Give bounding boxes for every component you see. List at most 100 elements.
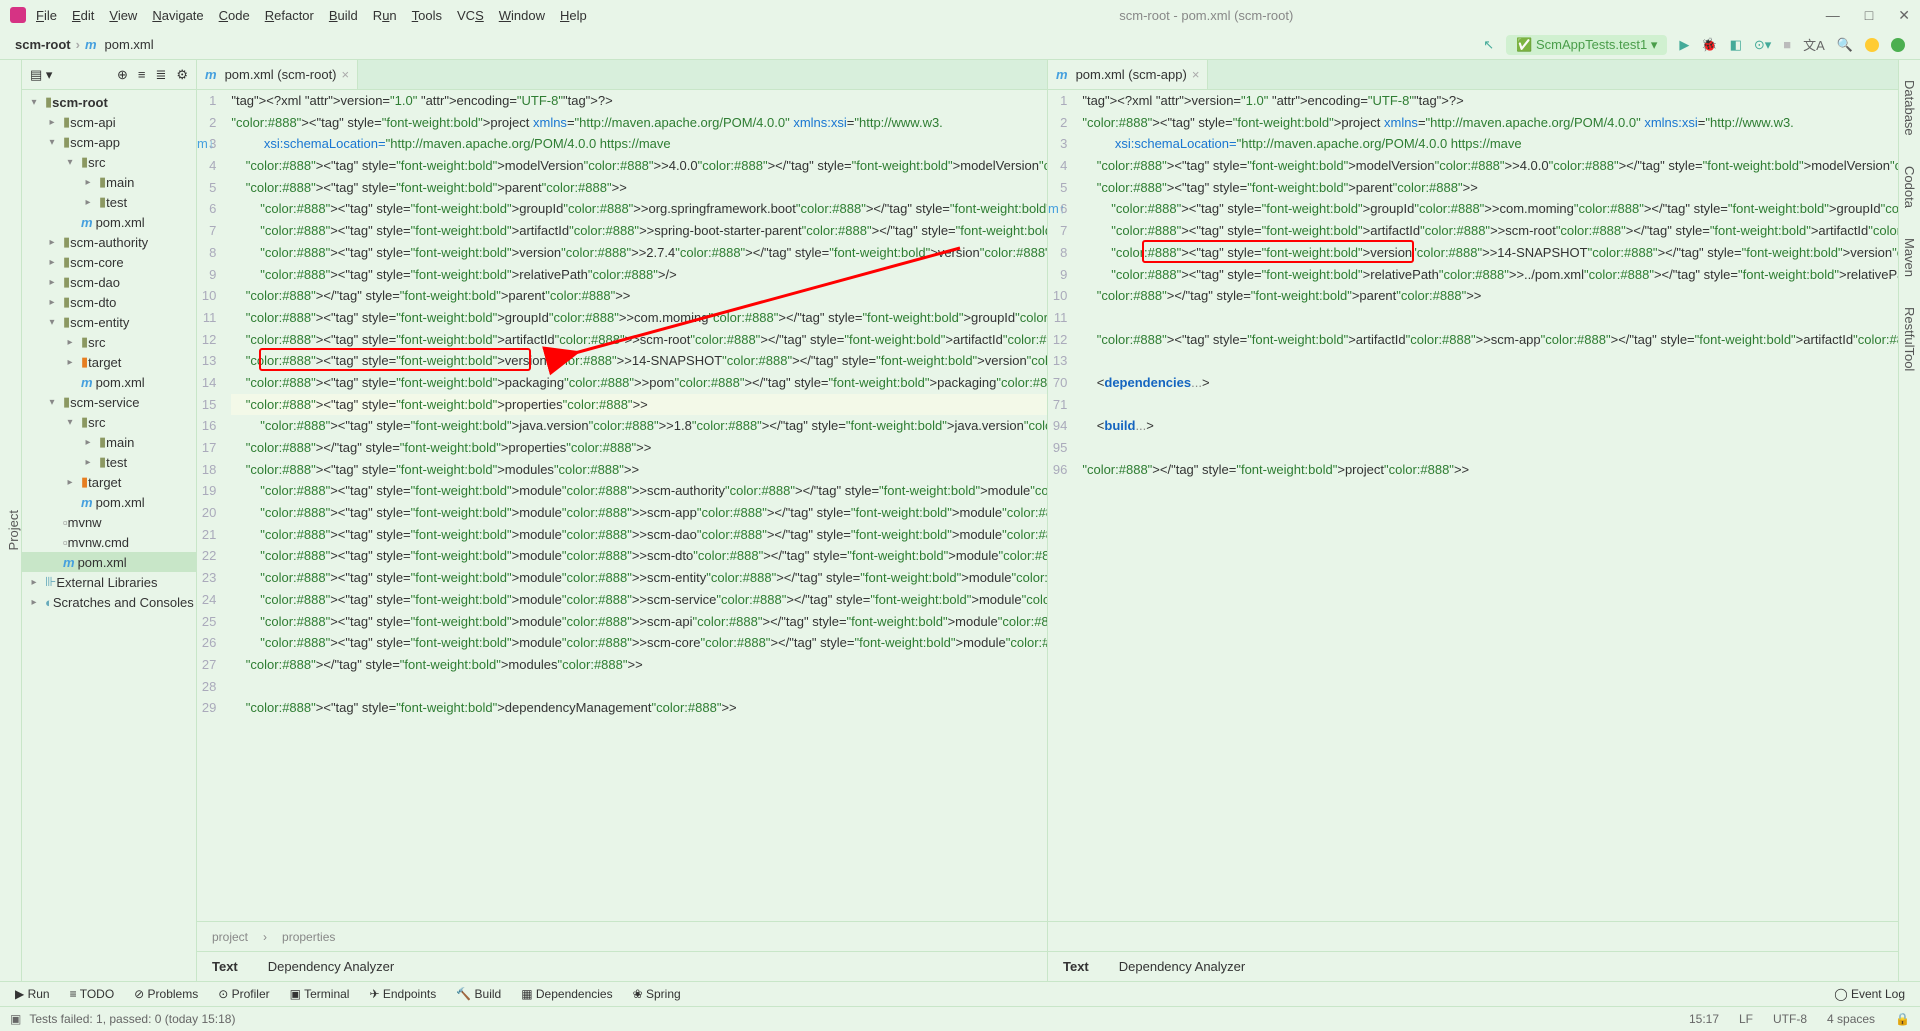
tree-item[interactable]: ▸▮ target [22,472,196,492]
tree-item[interactable]: mpom.xml [22,212,196,232]
tree-item[interactable]: ▾▮ scm-entity [22,312,196,332]
code-with-me-icon[interactable] [1891,38,1905,52]
right-editor-tab[interactable]: m pom.xml (scm-app) × [1048,60,1208,89]
status-position[interactable]: 15:17 [1689,1012,1719,1026]
status-lock-icon[interactable]: 🔒 [1895,1012,1910,1026]
tree-item[interactable]: ▸◐ Scratches and Consoles [22,592,196,612]
menu-window[interactable]: Window [499,8,545,23]
tree-item[interactable]: ▾▮ src [22,152,196,172]
dependencies-tool[interactable]: ▦ Dependencies [521,987,612,1001]
tree-item[interactable]: ▫ mvnw.cmd [22,532,196,552]
tree-item[interactable]: ▸▮ main [22,172,196,192]
terminal-tool[interactable]: ▣ Terminal [290,987,350,1001]
spring-tool[interactable]: ❀ Spring [633,987,681,1001]
left-tab-bar: m pom.xml (scm-root) × [197,60,1047,90]
tree-item[interactable]: ▸▮ scm-core [22,252,196,272]
tree-item[interactable]: ▸▮ src [22,332,196,352]
menu-build[interactable]: Build [329,8,358,23]
back-icon[interactable]: ↖ [1483,37,1494,53]
tree-item[interactable]: ▸▮ test [22,192,196,212]
tree-item[interactable]: ▸▮ scm-dao [22,272,196,292]
menu-vcs[interactable]: VCS [457,8,484,23]
left-editor-tab[interactable]: m pom.xml (scm-root) × [197,60,358,89]
profiler-tool[interactable]: ⊙ Profiler [218,987,269,1001]
right-code[interactable]: ⚠1 ∧ ∨ "tag"><?xml "attr">version="1.0" … [1082,90,1898,921]
status-indent[interactable]: 4 spaces [1827,1012,1875,1026]
crumb-properties[interactable]: properties [282,930,335,944]
menu-tools[interactable]: Tools [412,8,442,23]
menu-edit[interactable]: Edit [72,8,94,23]
profile-button[interactable]: ⊙▾ [1754,37,1771,53]
breadcrumb-file[interactable]: pom.xml [105,37,154,52]
project-tree[interactable]: ▾▮ scm-root▸▮ scm-api▾▮ scm-app▾▮ src▸▮ … [22,90,196,981]
problems-tool[interactable]: ⊘ Problems [134,987,198,1001]
tree-item[interactable]: ▾▮ scm-service [22,392,196,412]
left-editor-body[interactable]: 12 m↓34567891011121314151617181920212223… [197,90,1047,921]
run-button[interactable]: ▶ [1679,37,1689,53]
right-gutter: 12345 m↑6789101112137071949596 [1048,90,1082,921]
breadcrumb-root[interactable]: scm-root [15,37,71,52]
maven-tool-button[interactable]: Maven [1902,238,1917,277]
tree-item[interactable]: ▸▮ scm-api [22,112,196,132]
close-button[interactable]: ✕ [1898,7,1910,24]
run-tool[interactable]: ▶ Run [15,987,50,1001]
project-view-selector[interactable]: ▤ ▾ [30,67,52,83]
settings-icon[interactable]: ⚙ [176,67,188,83]
coverage-button[interactable]: ◧ [1730,37,1742,53]
run-config-selector[interactable]: ✅ ScmAppTests.test1 ▾ [1506,35,1667,55]
database-tool-button[interactable]: Database [1902,80,1917,136]
close-tab-icon[interactable]: × [1192,67,1200,82]
tab-label: pom.xml (scm-root) [225,67,337,82]
ide-updates-icon[interactable] [1865,38,1879,52]
event-log-tool[interactable]: ◯ Event Log [1834,987,1905,1001]
menu-run[interactable]: Run [373,8,397,23]
stop-button[interactable]: ■ [1783,37,1791,52]
dependency-analyzer-tab[interactable]: Dependency Analyzer [1119,959,1245,974]
menu-code[interactable]: Code [219,8,250,23]
project-tool-button[interactable]: Project [6,510,21,550]
text-tab[interactable]: Text [1063,959,1089,974]
close-tab-icon[interactable]: × [342,67,350,82]
tree-item[interactable]: ▫ mvnw [22,512,196,532]
expand-icon[interactable]: ≡ [138,67,146,82]
minimize-button[interactable]: — [1826,7,1840,24]
dependency-analyzer-tab[interactable]: Dependency Analyzer [268,959,394,974]
project-panel-header: ▤ ▾ ⊕ ≡ ≣ ⚙ [22,60,196,90]
text-tab[interactable]: Text [212,959,238,974]
status-eol[interactable]: LF [1739,1012,1753,1026]
menu-file[interactable]: File [36,8,57,23]
codota-tool-button[interactable]: Codota [1902,166,1917,208]
left-code[interactable]: ✔ "tag"><?xml "attr">version="1.0" "attr… [231,90,1047,921]
menu-view[interactable]: View [109,8,137,23]
tree-item[interactable]: ▸⊪ External Libraries [22,572,196,592]
project-panel: ▤ ▾ ⊕ ≡ ≣ ⚙ ▾▮ scm-root▸▮ scm-api▾▮ scm-… [22,60,197,981]
collapse-icon[interactable]: ≣ [155,67,166,83]
tree-item[interactable]: ▸▮ main [22,432,196,452]
tree-item[interactable]: mpom.xml [22,372,196,392]
right-editor-body[interactable]: 12345 m↑6789101112137071949596 ⚠1 ∧ ∨ "t… [1048,90,1898,921]
maximize-button[interactable]: □ [1865,7,1873,24]
translate-icon[interactable]: 文A [1803,35,1825,54]
menu-navigate[interactable]: Navigate [152,8,203,23]
tree-item[interactable]: mpom.xml [22,552,196,572]
status-encoding[interactable]: UTF-8 [1773,1012,1807,1026]
debug-button[interactable]: 🐞 [1701,37,1717,53]
menu-help[interactable]: Help [560,8,587,23]
restful-tool-button[interactable]: RestfulTool [1902,307,1917,371]
search-icon[interactable]: 🔍 [1837,37,1853,53]
tree-item[interactable]: ▸▮ scm-dto [22,292,196,312]
tree-item[interactable]: ▸▮ test [22,452,196,472]
tree-item[interactable]: ▾▮ src [22,412,196,432]
locate-icon[interactable]: ⊕ [117,67,128,83]
endpoints-tool[interactable]: ✈ Endpoints [369,987,436,1001]
tree-item[interactable]: ▸▮ scm-authority [22,232,196,252]
tree-item[interactable]: ▾▮ scm-app [22,132,196,152]
todo-tool[interactable]: ≡ TODO [70,987,115,1001]
tree-item[interactable]: ▾▮ scm-root [22,92,196,112]
status-icon[interactable]: ▣ [10,1012,21,1026]
tree-item[interactable]: mpom.xml [22,492,196,512]
crumb-project[interactable]: project [212,930,248,944]
build-tool[interactable]: 🔨 Build [456,987,501,1001]
menu-refactor[interactable]: Refactor [265,8,314,23]
tree-item[interactable]: ▸▮ target [22,352,196,372]
